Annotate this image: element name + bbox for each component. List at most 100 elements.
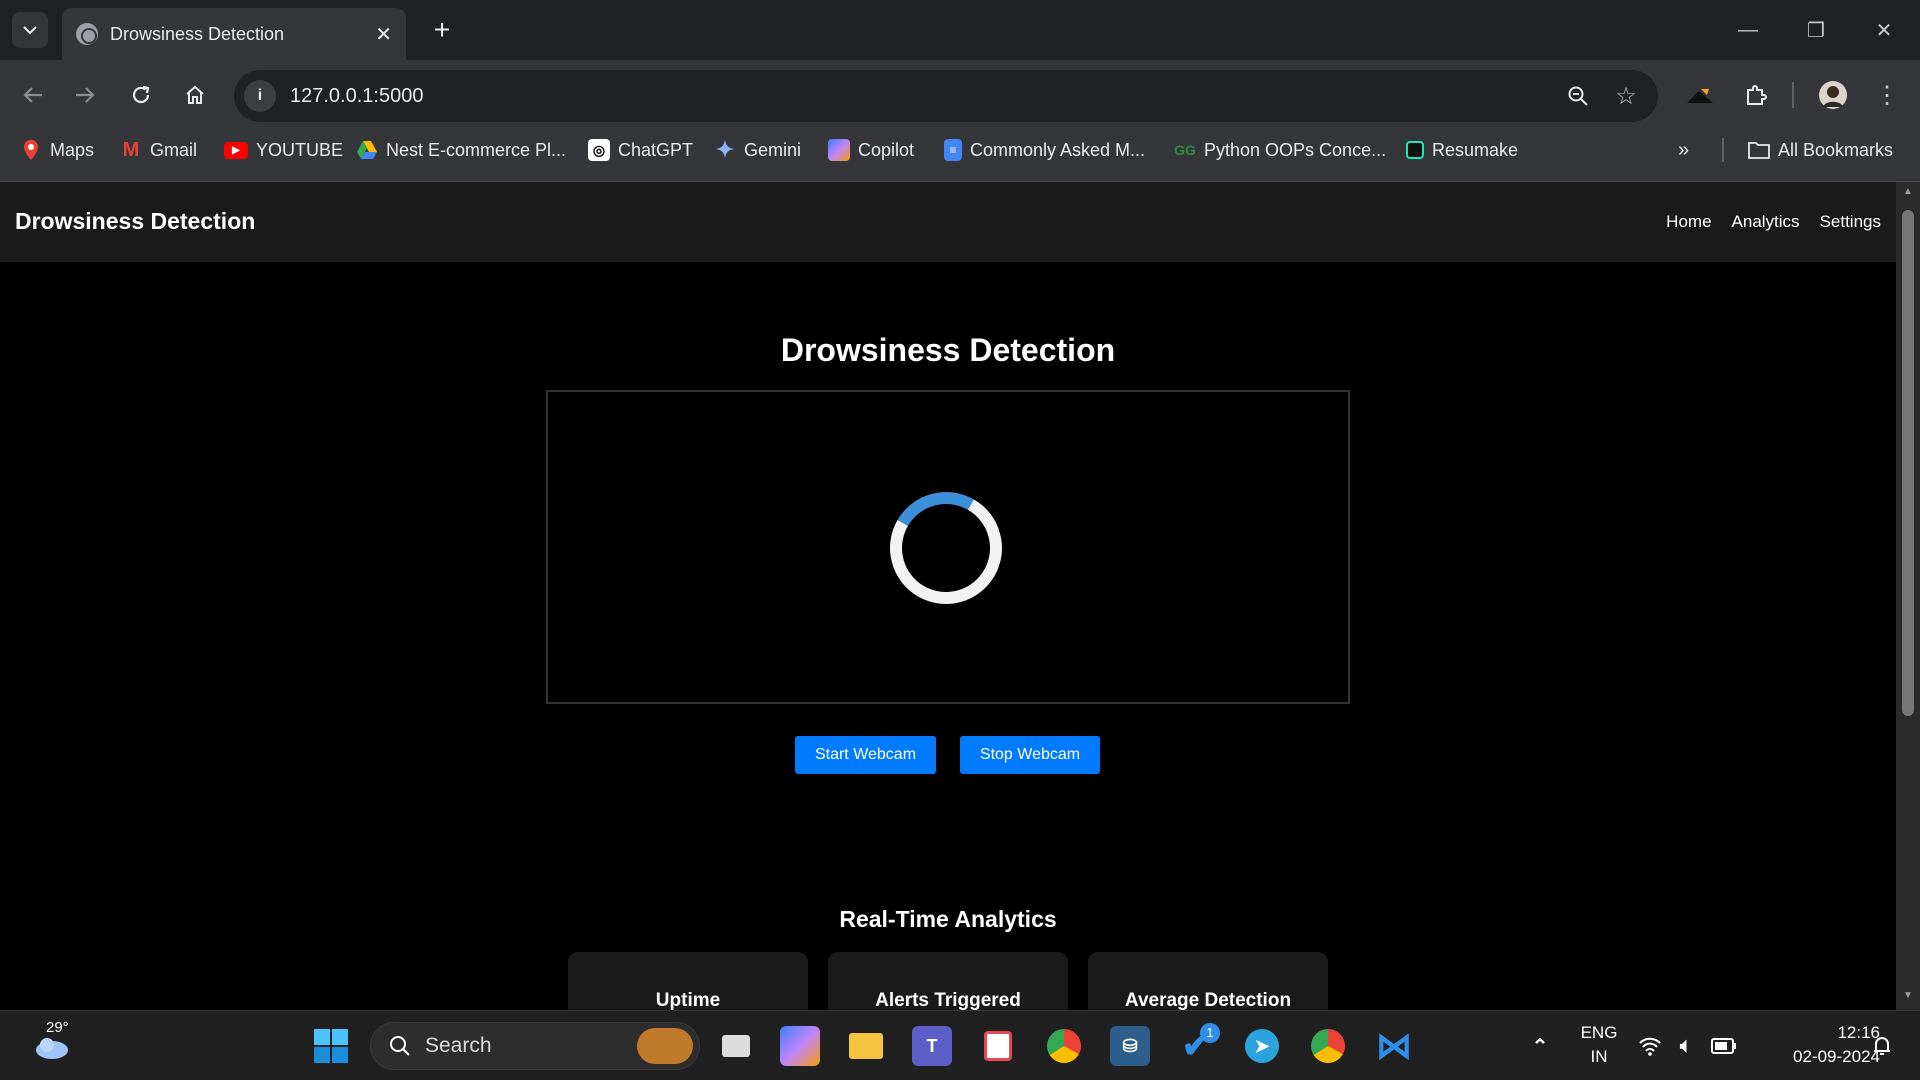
show-hidden-icons-chevron-icon[interactable]: ⌃ — [1520, 1026, 1560, 1066]
zoom-icon[interactable] — [1554, 72, 1602, 120]
gemini-icon: ✦ — [715, 137, 735, 162]
bookmark-resumake[interactable]: Resumake — [1406, 130, 1518, 170]
tab-search-button[interactable] — [12, 12, 48, 48]
all-bookmarks-button[interactable]: All Bookmarks — [1748, 130, 1893, 170]
bookmark-label: Gmail — [150, 139, 198, 160]
minimize-button[interactable]: — — [1714, 0, 1782, 60]
language-indicator[interactable]: ENG — [1574, 1023, 1624, 1043]
site-nav-links: Home Analytics Settings — [1666, 212, 1881, 232]
notifications-icon[interactable] — [1862, 1026, 1902, 1066]
maps-icon — [20, 139, 42, 161]
bookmark-label: Python OOPs Conce... — [1204, 139, 1387, 160]
bookmark-gmail[interactable]: M Gmail — [120, 130, 197, 170]
close-tab-icon[interactable]: ✕ — [375, 22, 392, 47]
address-bar[interactable]: i 127.0.0.1:5000 ☆ — [234, 70, 1658, 122]
site-navbar: Drowsiness Detection Home Analytics Sett… — [0, 182, 1896, 262]
scroll-down-arrow-icon[interactable]: ▼ — [1902, 990, 1914, 1001]
region-indicator[interactable]: IN — [1574, 1047, 1624, 1067]
more-bookmarks-chevron-icon[interactable]: » — [1678, 130, 1689, 170]
reload-button[interactable] — [122, 76, 160, 114]
bookmarks-bar: Maps M Gmail ▶ YOUTUBE Nest E-commerce P… — [0, 130, 1920, 182]
bookmark-label: ChatGPT — [618, 139, 694, 160]
bookmark-star-icon[interactable]: ☆ — [1602, 72, 1650, 120]
site-brand[interactable]: Drowsiness Detection — [15, 208, 255, 235]
copilot-app-icon[interactable] — [780, 1026, 820, 1066]
battery-icon[interactable] — [1704, 1026, 1744, 1066]
nav-link-settings[interactable]: Settings — [1820, 212, 1881, 232]
search-highlight-icon — [637, 1028, 693, 1064]
windows-taskbar: 29° Search T ⛁ ✔ 1 ➤ ⋈ ⌃ ENG IN 🔈︎ 12:16… — [0, 1010, 1920, 1080]
bookmark-copilot[interactable]: Copilot — [828, 130, 914, 170]
bookmark-chatgpt[interactable]: ◎ ChatGPT — [588, 130, 693, 170]
start-webcam-button[interactable]: Start Webcam — [795, 736, 936, 774]
search-icon — [390, 1036, 410, 1056]
snipping-tool-icon[interactable] — [978, 1026, 1018, 1066]
bookmark-gemini[interactable]: ✦ Gemini — [714, 130, 801, 170]
card-title: Alerts Triggered — [875, 990, 1021, 1010]
restore-button[interactable]: ❐ — [1782, 0, 1850, 60]
volume-icon[interactable]: 🔈︎ — [1666, 1026, 1706, 1066]
docs-icon: ≡ — [944, 139, 962, 161]
gfg-icon: GG — [1174, 142, 1196, 158]
bookmark-maps[interactable]: Maps — [20, 130, 94, 170]
vscode-icon[interactable]: ⋈ — [1374, 1025, 1414, 1066]
mysql-workbench-icon[interactable]: ⛁ — [1110, 1026, 1150, 1066]
chevron-down-icon — [23, 26, 37, 35]
loading-spinner — [877, 479, 1015, 617]
forward-button[interactable] — [66, 76, 104, 114]
bookmark-label: YOUTUBE — [256, 139, 344, 160]
profile-avatar[interactable] — [1814, 76, 1852, 114]
start-button[interactable] — [311, 1026, 351, 1066]
chrome-icon[interactable] — [1044, 1026, 1084, 1066]
stop-webcam-button[interactable]: Stop Webcam — [960, 736, 1100, 774]
url-text[interactable]: 127.0.0.1:5000 — [290, 85, 1554, 108]
clock-date[interactable]: 02-09-2024 — [1740, 1047, 1880, 1067]
windows-logo-icon — [314, 1029, 348, 1063]
teams-icon[interactable]: T — [912, 1026, 952, 1066]
scrollbar-thumb[interactable] — [1902, 210, 1914, 716]
bookmark-commonly-asked[interactable]: ≡ Commonly Asked M... — [944, 130, 1145, 170]
task-view-icon[interactable] — [716, 1026, 756, 1066]
site-info-icon[interactable]: i — [244, 80, 276, 112]
page-scrollbar[interactable]: ▲ ▼ — [1896, 182, 1920, 1010]
home-button[interactable] — [176, 76, 214, 114]
tab-strip: Drowsiness Detection ✕ + — ❐ ✕ — [0, 0, 1920, 60]
more-menu-icon[interactable]: ⋮ — [1868, 76, 1906, 114]
analytics-card-average: Average Detection — [1088, 952, 1328, 1010]
extensions-puzzle-icon[interactable] — [1736, 76, 1776, 114]
taskbar-search[interactable]: Search — [370, 1022, 700, 1070]
folder-icon — [1748, 139, 1770, 161]
bookmark-youtube[interactable]: ▶ YOUTUBE — [224, 130, 343, 170]
bookmark-label: Maps — [50, 139, 95, 160]
nav-link-analytics[interactable]: Analytics — [1732, 212, 1800, 232]
todo-badge: 1 — [1200, 1023, 1220, 1043]
card-title: Uptime — [655, 990, 721, 1010]
web-page: Drowsiness Detection Home Analytics Sett… — [0, 182, 1896, 1010]
home-icon — [186, 85, 204, 104]
telegram-icon[interactable]: ➤ — [1242, 1026, 1282, 1066]
close-window-button[interactable]: ✕ — [1850, 0, 1918, 60]
file-explorer-icon[interactable] — [846, 1026, 886, 1066]
arrow-right-icon — [76, 87, 95, 103]
search-label: Search — [425, 1034, 492, 1057]
scroll-up-arrow-icon[interactable]: ▲ — [1902, 186, 1914, 197]
new-tab-button[interactable]: + — [424, 12, 460, 48]
bookmark-label: Resumake — [1432, 139, 1519, 160]
back-button[interactable] — [14, 76, 52, 114]
bookmark-label: Nest E-commerce Pl... — [386, 139, 567, 160]
wifi-icon[interactable] — [1630, 1026, 1670, 1066]
resumake-icon — [1406, 141, 1424, 159]
active-tab[interactable]: Drowsiness Detection ✕ — [62, 8, 406, 60]
webcam-video-frame — [546, 390, 1350, 704]
toolbar-divider — [1792, 82, 1794, 108]
drive-icon — [356, 139, 378, 161]
chatgpt-icon: ◎ — [588, 139, 610, 161]
bookmark-label: Commonly Asked M... — [970, 139, 1146, 160]
bookmark-label: Copilot — [858, 139, 915, 160]
globe-icon — [76, 23, 98, 45]
bookmark-nest[interactable]: Nest E-commerce Pl... — [356, 130, 566, 170]
bookmark-python-oops[interactable]: GG Python OOPs Conce... — [1174, 130, 1386, 170]
nav-link-home[interactable]: Home — [1666, 212, 1711, 232]
chrome-profile-icon[interactable] — [1308, 1026, 1348, 1066]
extension-icon[interactable] — [1680, 76, 1720, 114]
